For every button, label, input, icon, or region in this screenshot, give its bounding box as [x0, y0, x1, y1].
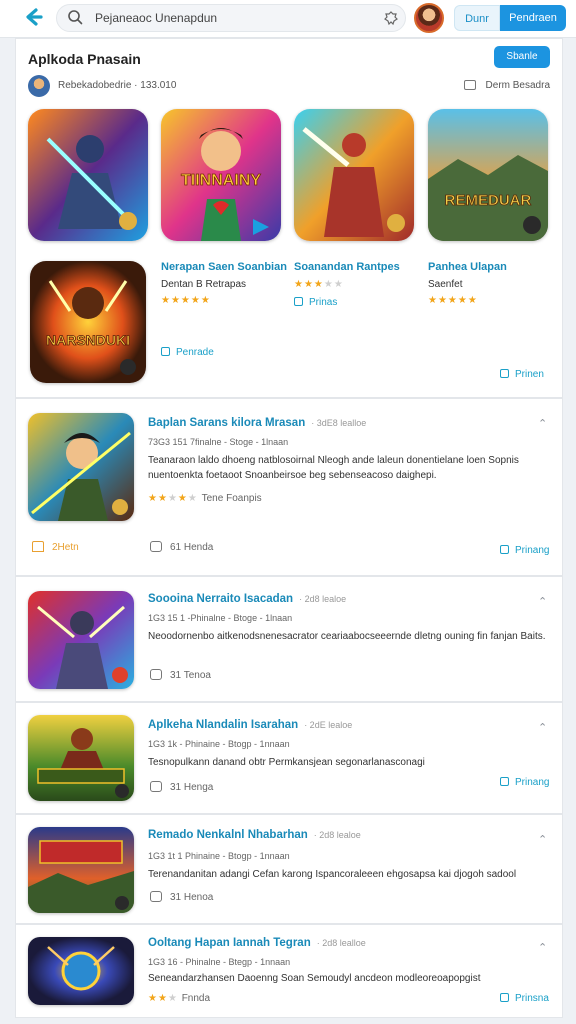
- item-description: Terenandanitan adangi Cefan karong Ispan…: [148, 869, 517, 880]
- rating-stars: ★★★ Fnnda: [148, 993, 211, 1004]
- game-thumbnail[interactable]: [28, 937, 134, 1005]
- secondary-button[interactable]: Dunr: [454, 5, 500, 31]
- footer-link[interactable]: Prinen: [500, 369, 544, 380]
- game-thumbnail[interactable]: [28, 413, 134, 521]
- item-tag: · 2d8 lealoe: [313, 830, 361, 840]
- item-meta: 73G3 151 7finalne - Stoge - 1lnaan: [148, 437, 289, 447]
- top-bar: Pejaneaoc Unenapdun Dunr Pendraen: [0, 0, 576, 38]
- entry-subtitle: Dentan B Retrapas: [161, 279, 247, 290]
- entry-subtitle: Saenfet: [428, 279, 463, 290]
- link-icon: [161, 347, 170, 356]
- primary-button[interactable]: Pendraen: [500, 5, 566, 31]
- link-icon: [500, 545, 509, 554]
- item-tag: · 2d8 lealloe: [316, 938, 366, 948]
- user-avatar[interactable]: [414, 3, 444, 33]
- comment-button[interactable]: 31 Henoa: [150, 891, 213, 903]
- tile-link[interactable]: Penrade: [161, 347, 214, 358]
- comment-icon: [150, 781, 162, 792]
- search-input[interactable]: Pejaneaoc Unenapdun: [56, 4, 406, 32]
- chevron-up-icon[interactable]: ⌃: [538, 597, 548, 608]
- item-description: Teanaraon laldo dhoeng natblosoirnal Nle…: [148, 455, 519, 481]
- featured-card: Aplkoda Pnasain Sbanle Rebekadobedrie · …: [15, 38, 563, 398]
- game-thumbnail[interactable]: [28, 715, 134, 801]
- list-item[interactable]: Soooina Nerraito Isacadan · 2d8 lealoe ⌃ …: [15, 576, 563, 702]
- search-placeholder: Pejaneaoc Unenapdun: [95, 11, 218, 25]
- entry-link[interactable]: Prinas: [294, 297, 337, 308]
- link-icon: [500, 993, 509, 1002]
- list-item[interactable]: Remado Nenkalnl Nhabarhan · 2d8 lealoe ⌃ …: [15, 814, 563, 924]
- item-title[interactable]: Remado Nenkalnl Nhabarhan · 2d8 lealoe: [148, 829, 361, 841]
- featured-action-button[interactable]: Sbanle: [494, 46, 550, 68]
- featured-subtitle: Rebekadobedrie · 133.010: [58, 80, 177, 91]
- comment-button[interactable]: 61 Henda: [150, 541, 213, 553]
- game-thumbnail[interactable]: [28, 827, 134, 913]
- item-title[interactable]: Soooina Nerraito Isacadan · 2d8 lealoe: [148, 593, 346, 605]
- settings-icon[interactable]: [383, 10, 399, 26]
- item-meta: 1G3 1t 1 Phinaine - Btogp - 1nnaan: [148, 851, 290, 861]
- link-icon: [500, 369, 509, 378]
- chevron-up-icon[interactable]: ⌃: [538, 419, 548, 430]
- search-icon: [67, 9, 83, 25]
- tile-art-text: TIINNAINY: [181, 172, 261, 189]
- share-icon: [463, 80, 476, 91]
- entry-title[interactable]: Panhea Ulapan: [428, 261, 507, 273]
- entry-title[interactable]: Nerapan Saen Soanbian: [161, 261, 287, 273]
- item-description: Tesnopulkann danand obtr Permkansjean se…: [148, 757, 425, 768]
- list-item[interactable]: Ooltang Hapan Iannah Tegran · 2d8 lealloe…: [15, 924, 563, 1018]
- game-tile[interactable]: [28, 109, 148, 241]
- item-meta: 1G3 15 1 -Phinalne - Btoge - 1lnaan: [148, 613, 293, 623]
- item-title[interactable]: Aplkeha Nlandalin Isarahan · 2dE lealoe: [148, 719, 352, 731]
- item-title[interactable]: Baplan Sarans kilora Mrasan · 3dE8 leallo…: [148, 417, 366, 429]
- rating-stars: ★★★★★: [428, 295, 478, 306]
- rating-stars: ★★★★★: [294, 279, 344, 290]
- featured-title: Aplkoda Pnasain: [28, 51, 141, 67]
- list-item[interactable]: Baplan Sarans kilora Mrasan · 3dE8 leallo…: [15, 398, 563, 576]
- comment-icon: [150, 669, 162, 680]
- like-icon: [32, 541, 44, 552]
- game-tile[interactable]: REMEDUAR: [428, 109, 548, 241]
- star-label: Tene Foanpis: [201, 493, 262, 504]
- game-tile[interactable]: TIINNAINY: [161, 109, 281, 241]
- item-tag: · 2dE lealoe: [304, 720, 353, 730]
- item-meta: 1G3 16 - Phinalne - Btegp - 1nnaan: [148, 957, 291, 967]
- link-icon: [294, 297, 303, 306]
- tile-art-text: NARSNDUKI: [46, 332, 130, 348]
- comment-button[interactable]: 31 Tenoa: [150, 669, 211, 681]
- author-avatar: [28, 75, 50, 97]
- game-thumbnail[interactable]: [28, 591, 134, 689]
- back-arrow-icon[interactable]: [22, 6, 46, 30]
- rating-stars: ★★★★★: [161, 295, 211, 306]
- share-link[interactable]: Derm Besadra: [463, 80, 550, 91]
- comment-icon: [150, 891, 162, 902]
- tile-art-text: REMEDUAR: [445, 192, 532, 209]
- rating-stars: ★★★★★ Tene Foanpis: [148, 493, 262, 504]
- item-link[interactable]: Prinang: [500, 545, 549, 556]
- like-button[interactable]: 2Hetn: [32, 541, 79, 553]
- chevron-up-icon[interactable]: ⌃: [538, 723, 548, 734]
- item-link[interactable]: Prinsna: [500, 993, 549, 1004]
- chevron-up-icon[interactable]: ⌃: [538, 835, 548, 846]
- game-tile[interactable]: NARSNDUKI: [30, 261, 146, 383]
- item-tag: · 3dE8 lealloe: [311, 418, 367, 428]
- chevron-up-icon[interactable]: ⌃: [538, 943, 548, 954]
- comment-icon: [150, 541, 162, 552]
- share-label: Derm Besadra: [485, 80, 550, 91]
- item-description: Neoodornenbo aitkenodsnenesacrator ceari…: [148, 631, 546, 642]
- item-meta: 1G3 1k - Phinaine - Btogp - 1nnaan: [148, 739, 290, 749]
- star-label: Fnnda: [181, 993, 211, 1004]
- comment-button[interactable]: 31 Henga: [150, 781, 213, 793]
- item-title[interactable]: Ooltang Hapan Iannah Tegran · 2d8 lealloe: [148, 937, 366, 949]
- item-link[interactable]: Prinang: [500, 777, 549, 788]
- entry-title[interactable]: Soanandan Rantpes: [294, 261, 400, 273]
- item-tag: · 2d8 lealoe: [299, 594, 347, 604]
- item-description: Seneandarzhansen Daoenng Soan Semoudyl a…: [148, 973, 481, 984]
- game-tile[interactable]: [294, 109, 414, 241]
- list-item[interactable]: Aplkeha Nlandalin Isarahan · 2dE lealoe ⌃…: [15, 702, 563, 814]
- link-icon: [500, 777, 509, 786]
